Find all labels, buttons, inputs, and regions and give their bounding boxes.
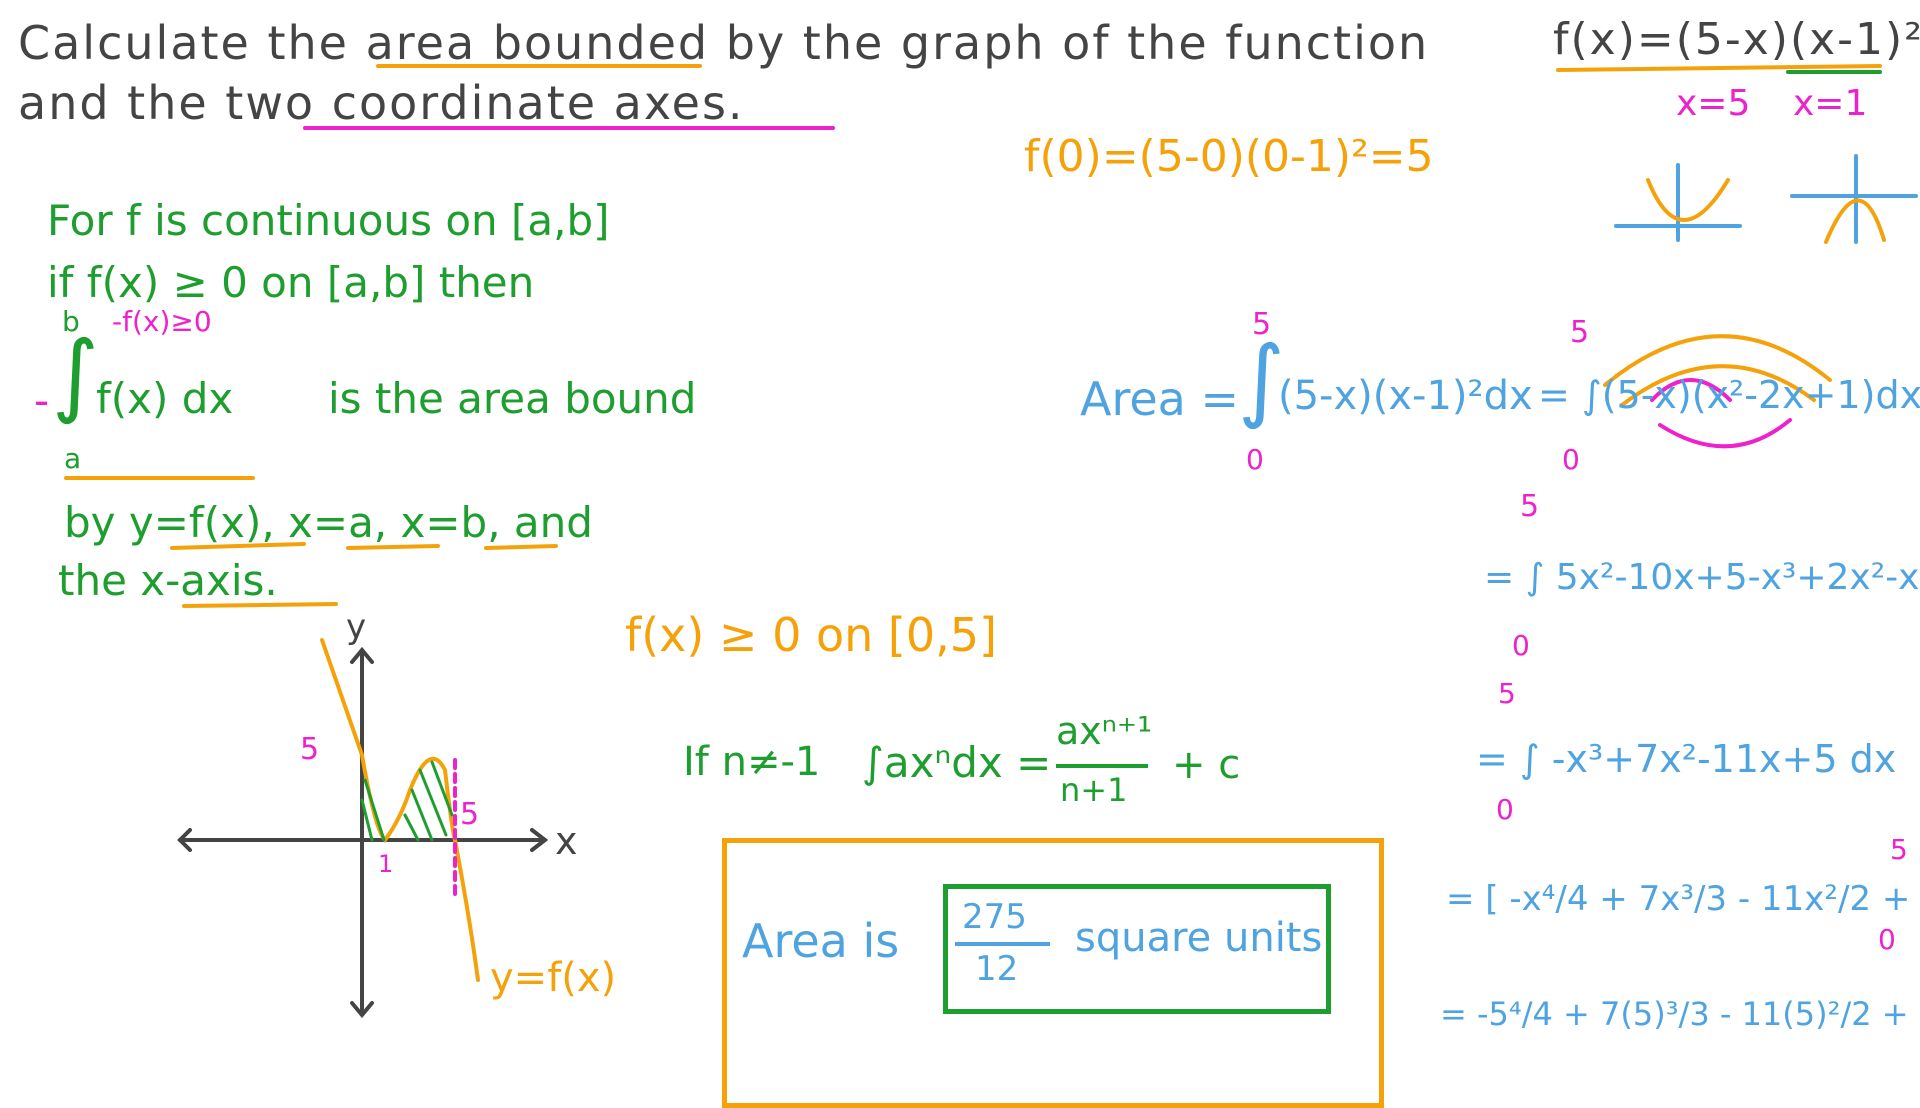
graph-root1: 1 xyxy=(378,850,394,878)
answer-prefix: Area is xyxy=(742,914,900,968)
answer-numerator: 275 xyxy=(962,897,1027,937)
work-step1b: = ∫(5-x)(x²-2x+1)dx xyxy=(1538,373,1920,417)
nonneg-statement: f(x) ≥ 0 on [0,5] xyxy=(625,608,997,662)
work-lower-2: 0 xyxy=(1562,443,1580,476)
work-upper-5: 5 xyxy=(1890,833,1908,866)
work-step2: = ∫ 5x²-10x+5-x³+2x²-x dx xyxy=(1484,557,1920,598)
work-lower-1: 0 xyxy=(1246,443,1264,476)
work-upper-2: 5 xyxy=(1570,315,1590,350)
underline-function xyxy=(1556,64,1882,72)
underline-conditions xyxy=(170,542,558,608)
answer-fraction-bar xyxy=(955,942,1050,946)
work-upper-3: 5 xyxy=(1520,489,1540,524)
curve-label: y=f(x) xyxy=(490,955,617,1001)
area-label: Area = xyxy=(1080,372,1240,426)
work-step3: = ∫ -x³+7x²-11x+5 dx xyxy=(1476,737,1897,781)
graph-x-label: x xyxy=(555,819,578,863)
sketch-axes-2 xyxy=(1790,154,1918,244)
work-upper-4: 5 xyxy=(1498,677,1516,710)
graph-root2: 5 xyxy=(460,797,480,832)
work-step1a: (5-x)(x-1)²dx xyxy=(1278,373,1533,419)
fraction-bar xyxy=(1056,764,1148,768)
work-step4: = [ -x⁴/4 + 7x³/3 - 11x²/2 + 5x ] xyxy=(1446,879,1920,919)
work-lower-3: 0 xyxy=(1512,629,1530,662)
power-rule-denominator: n+1 xyxy=(1060,771,1128,809)
work-step5: = -5⁴/4 + 7(5)³/3 - 11(5)²/2 + 5(5) xyxy=(1440,995,1920,1033)
power-rule-numerator: axⁿ⁺¹ xyxy=(1056,709,1153,753)
work-lower-5: 0 xyxy=(1878,923,1896,956)
sketch-axes-1 xyxy=(1614,163,1742,242)
work-lower-4: 0 xyxy=(1496,793,1514,826)
answer-denominator: 12 xyxy=(975,949,1019,989)
graph-y-label: y xyxy=(346,607,367,647)
power-rule-constant: + c xyxy=(1172,742,1241,788)
power-rule-lhs: ∫axⁿdx = xyxy=(862,738,1052,787)
sketch-parabola-up xyxy=(1646,178,1730,222)
graph-y-intercept: 5 xyxy=(300,732,320,767)
power-rule-condition: If n≠-1 xyxy=(683,739,821,785)
answer-suffix: square units xyxy=(1075,915,1323,961)
